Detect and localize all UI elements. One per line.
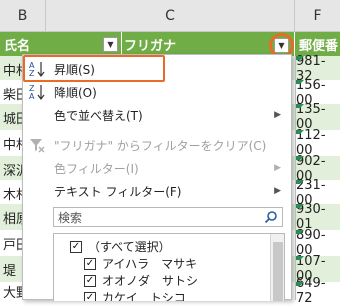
postal-cell[interactable]: 890-00 (295, 228, 340, 258)
clear-filter-label: "フリガナ" からフィルターをクリア(C) (54, 138, 267, 153)
svg-text:Z: Z (29, 69, 35, 78)
menu-item-color-filter[interactable]: 色フィルター(I) ▶ (23, 157, 291, 179)
search-input[interactable]: 検索 (53, 207, 283, 227)
header-name-label: 氏名 (4, 38, 31, 54)
sort-descending-label: 降順(O) (54, 85, 97, 100)
column-header-f[interactable]: F (295, 0, 340, 32)
list-item-select-all[interactable]: ✓ （すべて選択） (70, 238, 171, 255)
filter-value-list: ✓ （すべて選択） ✓ アイハラ マサキ ✓ オオノダ サトシ ✓ カケイ トシ… (53, 233, 285, 301)
column-header-b[interactable]: B (0, 0, 46, 32)
menu-item-text-filter[interactable]: テキスト フィルター(F) ▶ (23, 180, 291, 202)
sort-ascending-label: 昇順(S) (54, 62, 95, 77)
menu-item-sort-ascending[interactable]: A Z 昇順(S) (23, 58, 291, 80)
sort-by-color-label: 色で並べ替え(T) (54, 108, 143, 123)
submenu-arrow-icon: ▶ (274, 110, 281, 120)
sort-descending-icon: Z A (27, 82, 47, 102)
submenu-arrow-icon: ▶ (274, 186, 281, 196)
search-placeholder: 検索 (58, 210, 83, 225)
checkbox-checked[interactable]: ✓ (84, 274, 96, 287)
list-scrollbar[interactable] (270, 234, 284, 301)
menu-item-clear-filter[interactable]: "フリガナ" からフィルターをクリア(C) (23, 134, 291, 156)
list-item[interactable]: ✓ オオノダ サトシ (84, 272, 198, 289)
filter-menu: A Z 昇順(S) Z A 降順(O) 色で並べ替え(T) ▶ "フリガナ" か… (22, 54, 292, 301)
list-item-label: （すべて選択） (88, 240, 171, 254)
svg-text:A: A (29, 92, 35, 101)
search-icon (264, 211, 277, 224)
submenu-arrow-icon: ▶ (274, 163, 281, 173)
list-item[interactable]: ✓ カケイ トシコ (84, 289, 186, 301)
menu-item-sort-by-color[interactable]: 色で並べ替え(T) ▶ (23, 104, 291, 126)
header-postal-label: 郵便番 (299, 38, 339, 54)
scrollbar-thumb[interactable] (273, 242, 283, 301)
postal-cell[interactable]: 930-01 (295, 202, 340, 232)
clear-filter-icon (27, 135, 47, 155)
list-item-label: アイハラ マサキ (102, 257, 198, 271)
checkbox-checked[interactable]: ✓ (84, 257, 96, 270)
list-item-label: カケイ トシコ (102, 291, 186, 301)
postal-cell[interactable]: 112-00 (295, 128, 340, 158)
text-filter-label: テキスト フィルター(F) (54, 184, 182, 199)
color-filter-label: 色フィルター(I) (54, 161, 139, 176)
header-postal: 郵便番 (295, 32, 340, 56)
postal-cell[interactable]: 649-72 (295, 276, 340, 306)
postal-cell[interactable]: 135-00 (295, 102, 340, 132)
header-furigana-label: フリガナ (124, 38, 177, 54)
column-header-c[interactable]: C (46, 0, 295, 32)
menu-item-sort-descending[interactable]: Z A 降順(O) (23, 81, 291, 103)
list-item[interactable]: ✓ アイハラ マサキ (84, 255, 197, 272)
filter-dropdown-icon: ▼ (107, 40, 114, 49)
sort-ascending-icon: A Z (27, 59, 47, 79)
checkbox-checked[interactable]: ✓ (70, 240, 82, 253)
list-item-label: オオノダ サトシ (102, 274, 199, 288)
name-filter-button[interactable]: ▼ (103, 37, 118, 52)
